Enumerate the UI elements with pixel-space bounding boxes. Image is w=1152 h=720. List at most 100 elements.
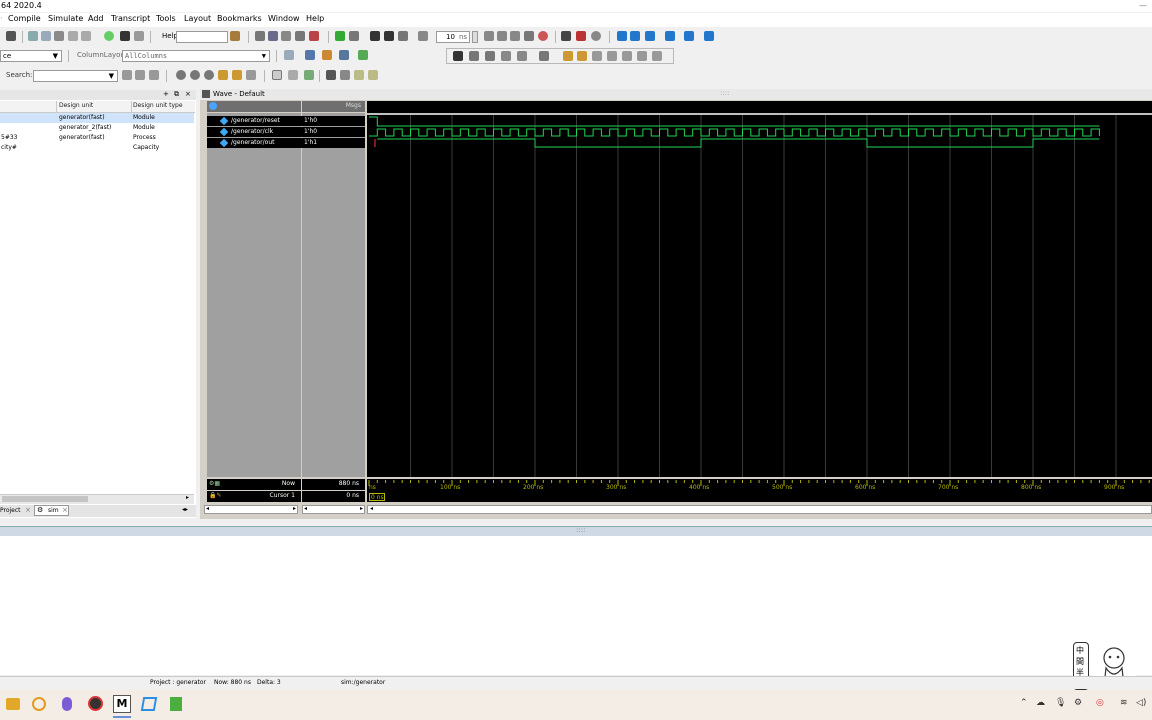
step-out-icon[interactable]	[591, 31, 601, 41]
wave-add-icon[interactable]	[335, 31, 345, 41]
signal-row-clk[interactable]: /generator/clk 1'h0	[207, 127, 365, 137]
forward-arrow-icon[interactable]	[398, 31, 408, 41]
column-header-design-unit[interactable]: Design unit	[59, 102, 93, 109]
edge-last-icon[interactable]	[652, 51, 662, 61]
step-back-icon[interactable]	[665, 31, 675, 41]
menu-overflow-icon[interactable]: ·	[0, 14, 3, 23]
edge-prev-icon[interactable]	[563, 51, 573, 61]
cut-icon[interactable]	[28, 31, 38, 41]
edge-rise-icon[interactable]	[607, 51, 617, 61]
search-prev-icon[interactable]	[122, 70, 132, 80]
column-header-design-unit-type[interactable]: Design unit type	[133, 102, 183, 109]
wave-edit-icon[interactable]	[305, 50, 315, 60]
cursor-lock-icon[interactable]	[539, 51, 549, 61]
scroll-left-icon[interactable]: ◂	[206, 505, 209, 512]
help-search-input[interactable]	[176, 31, 228, 43]
app-purple-icon[interactable]	[62, 697, 72, 711]
menu-add[interactable]: Add	[88, 14, 104, 23]
minimize-icon[interactable]: —	[1139, 0, 1147, 12]
collapse-icon[interactable]	[134, 31, 144, 41]
zoom-in-icon[interactable]	[176, 70, 186, 80]
zoom-last-icon[interactable]	[246, 70, 256, 80]
zoom-full-icon[interactable]	[204, 70, 214, 80]
break-run-icon[interactable]	[524, 31, 534, 41]
transcript-area[interactable]	[0, 536, 1152, 675]
step-end-icon[interactable]	[704, 31, 714, 41]
copy-icon[interactable]	[41, 31, 51, 41]
break-icon[interactable]	[295, 31, 305, 41]
redo-icon[interactable]	[81, 31, 91, 41]
step-over-icon[interactable]	[576, 31, 586, 41]
dataflow-icon[interactable]	[272, 70, 282, 80]
menu-tools[interactable]: Tools	[156, 14, 176, 23]
step-icon[interactable]	[349, 31, 359, 41]
search-input[interactable]: ▼	[33, 70, 118, 82]
wifi-icon[interactable]: ≋	[1120, 698, 1128, 708]
edge-any-icon[interactable]	[622, 51, 632, 61]
add-icon[interactable]	[104, 31, 114, 41]
wave-globe-icon[interactable]	[209, 102, 217, 110]
edge-next-icon[interactable]	[577, 51, 587, 61]
undo-icon[interactable]	[68, 31, 78, 41]
wave-expand-icon[interactable]	[340, 70, 350, 80]
tray-app-icon[interactable]: ◎	[1096, 698, 1104, 708]
zoom-range-icon[interactable]	[232, 70, 242, 80]
run-length-spinner[interactable]	[472, 31, 478, 43]
tray-settings-icon[interactable]: ⚙	[1074, 698, 1082, 708]
wave-last-icon[interactable]	[368, 70, 378, 80]
wave-group-icon[interactable]	[339, 50, 349, 60]
context-select[interactable]: ce ▼	[0, 50, 62, 62]
step-next-icon[interactable]	[645, 31, 655, 41]
app-green-icon[interactable]	[170, 697, 182, 711]
zoom-mode-icon[interactable]	[469, 51, 479, 61]
panel-undock-icon[interactable]: ⧉	[174, 90, 179, 99]
memory-icon[interactable]	[304, 70, 314, 80]
binoculars-icon[interactable]	[230, 31, 240, 41]
menu-help[interactable]: Help	[306, 14, 324, 23]
waveform-hscrollbar[interactable]: ◂	[367, 505, 1152, 514]
run-length-input[interactable]: 10 ns	[436, 31, 470, 43]
edge-fall-icon[interactable]	[592, 51, 602, 61]
structure-row[interactable]: city# Capacity	[0, 143, 194, 153]
scroll-left-icon[interactable]: ◂	[370, 505, 373, 512]
print-icon[interactable]	[6, 31, 16, 41]
scrollbar-thumb[interactable]	[2, 496, 88, 502]
close-icon[interactable]: ×	[62, 506, 68, 514]
scroll-right-icon[interactable]: ▸	[293, 505, 296, 512]
wave-format-icon[interactable]	[284, 50, 294, 60]
structure-row[interactable]: 5#33 generator(fast) Process	[0, 133, 194, 143]
vscode-icon[interactable]	[140, 697, 158, 711]
modelsim-icon[interactable]: M	[113, 695, 131, 713]
splitter-grip[interactable]: ::::	[576, 526, 585, 534]
reverse-icon[interactable]	[684, 31, 694, 41]
continue-icon[interactable]	[497, 31, 507, 41]
menu-bookmarks[interactable]: Bookmarks	[217, 14, 262, 23]
stop-icon[interactable]	[309, 31, 319, 41]
up-arrow-icon[interactable]	[370, 31, 380, 41]
tab-scroll-icon[interactable]: ◂▸	[182, 506, 188, 513]
timeline-area[interactable]: ns 0 ns 100 ns 200 ns 300 ns 400 ns 500 …	[367, 479, 1152, 502]
search-options-icon[interactable]	[149, 70, 159, 80]
run-icon[interactable]	[484, 31, 494, 41]
menu-layout[interactable]: Layout	[184, 14, 211, 23]
step-loop-icon[interactable]	[630, 31, 640, 41]
waveform-area[interactable]	[367, 101, 1152, 477]
wave-step-icon[interactable]	[354, 70, 364, 80]
panel-grip[interactable]: ::::	[720, 89, 729, 97]
signal-row-out[interactable]: /generator/out 1'h1	[207, 138, 365, 148]
step-into-icon[interactable]	[561, 31, 571, 41]
menu-window[interactable]: Window	[268, 14, 300, 23]
menu-compile[interactable]: Compile	[8, 14, 41, 23]
cursor-row-icon[interactable]: 🔒✎	[209, 492, 222, 499]
cursor-remove-icon[interactable]	[517, 51, 527, 61]
menu-transcript[interactable]: Transcript	[111, 14, 150, 23]
run-all-icon[interactable]	[510, 31, 520, 41]
wave-insert-icon[interactable]	[322, 50, 332, 60]
edge-find-icon[interactable]	[637, 51, 647, 61]
file-explorer-icon[interactable]	[6, 698, 20, 710]
pan-icon[interactable]	[485, 51, 495, 61]
scroll-right-icon[interactable]: ▸	[186, 494, 189, 501]
structure-hscrollbar[interactable]: ▸	[0, 494, 194, 504]
signal-row-reset[interactable]: /generator/reset 1'h0	[207, 116, 365, 126]
simulate-icon[interactable]	[281, 31, 291, 41]
